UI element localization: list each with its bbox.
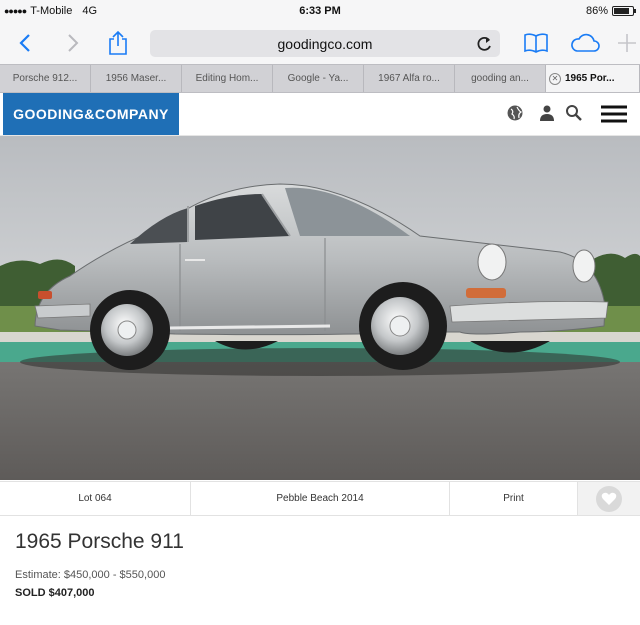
tab-label: Editing Hom... xyxy=(195,73,259,84)
tab-label: 1965 Por... xyxy=(565,73,615,84)
status-bar: ●●●●● T-Mobile 4G 6:33 PM 86% xyxy=(0,0,640,22)
lot-estimate: Estimate: $450,000 - $550,000 xyxy=(15,569,166,581)
battery-icon xyxy=(612,6,636,16)
auction-name[interactable]: Pebble Beach 2014 xyxy=(191,482,450,515)
user-icon[interactable] xyxy=(538,104,558,124)
tab-1956-maserati[interactable]: 1956 Maser... xyxy=(91,65,182,92)
tab-label: Google - Ya... xyxy=(287,73,349,84)
browser-toolbar: goodingco.com xyxy=(0,22,640,64)
new-tab-icon[interactable] xyxy=(614,28,640,58)
address-bar[interactable]: goodingco.com xyxy=(150,30,500,57)
tab-label: 1967 Alfa ro... xyxy=(378,73,440,84)
favorite-button[interactable] xyxy=(578,482,640,515)
menu-icon[interactable] xyxy=(600,104,628,124)
tab-google-yahoo[interactable]: Google - Ya... xyxy=(273,65,364,92)
tab-1965-porsche[interactable]: ✕ 1965 Por... xyxy=(546,65,640,92)
tab-label: gooding an... xyxy=(471,73,529,84)
car-photo xyxy=(0,136,640,480)
print-button[interactable]: Print xyxy=(450,482,578,515)
tab-porsche-912[interactable]: Porsche 912... xyxy=(0,65,91,92)
url-text: goodingco.com xyxy=(277,36,373,52)
share-icon[interactable] xyxy=(103,28,133,58)
lot-photo xyxy=(0,136,640,480)
lot-info-bar: Lot 064 Pebble Beach 2014 Print xyxy=(0,481,640,516)
battery-percent: 86% xyxy=(585,5,608,17)
forward-icon[interactable] xyxy=(58,28,88,58)
lot-title: 1965 Porsche 911 xyxy=(15,530,184,553)
close-tab-icon[interactable]: ✕ xyxy=(549,72,561,85)
tab-label: Porsche 912... xyxy=(12,73,78,84)
tab-bar: Porsche 912... 1956 Maser... Editing Hom… xyxy=(0,64,640,93)
cloud-tabs-icon[interactable] xyxy=(567,28,603,58)
tab-1967-alfa[interactable]: 1967 Alfa ro... xyxy=(364,65,455,92)
status-time: 6:33 PM xyxy=(299,5,341,17)
site-header: GOODING&COMPANY xyxy=(0,93,640,136)
bookmarks-icon[interactable] xyxy=(521,28,551,58)
reload-icon[interactable] xyxy=(474,34,494,54)
lot-number: Lot 064 xyxy=(0,482,191,515)
tab-editing-home[interactable]: Editing Hom... xyxy=(182,65,273,92)
tab-gooding[interactable]: gooding an... xyxy=(455,65,546,92)
site-logo[interactable]: GOODING&COMPANY xyxy=(3,93,179,135)
search-icon[interactable] xyxy=(565,104,585,124)
status-right: 86% xyxy=(585,5,636,17)
sold-price: SOLD $407,000 xyxy=(15,587,95,599)
globe-icon[interactable] xyxy=(506,104,526,124)
back-icon[interactable] xyxy=(10,28,40,58)
tab-label: 1956 Maser... xyxy=(105,73,167,84)
heart-icon xyxy=(596,485,622,512)
